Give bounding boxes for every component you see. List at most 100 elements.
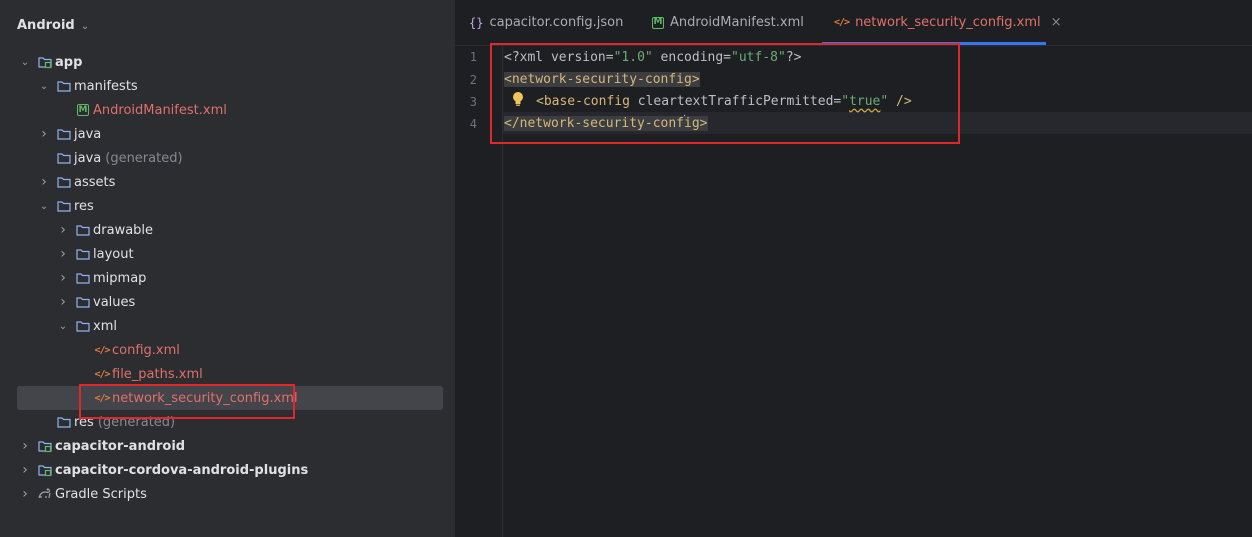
chevron-right-icon[interactable]: › xyxy=(38,126,50,142)
xml-open-tag: <base-config xyxy=(536,93,638,109)
tree-item-java-generated[interactable]: java (generated) xyxy=(0,146,493,170)
xml-declaration-open: <?xml xyxy=(504,49,551,65)
folder-icon xyxy=(56,174,72,190)
tree-item-label: drawable xyxy=(93,222,154,238)
xml-attr: cleartextTrafficPermitted= xyxy=(637,93,842,109)
line-number: 3 xyxy=(469,95,477,109)
tree-item-label: res xyxy=(74,198,94,214)
xml-value-warning: true xyxy=(849,93,881,109)
xml-file-icon: </> xyxy=(94,368,110,380)
folder-icon xyxy=(75,318,91,334)
tree-item-suffix: (generated) xyxy=(105,150,183,166)
chevron-down-icon[interactable]: ⌄ xyxy=(57,321,69,332)
code-line-2: <network-security-config> xyxy=(504,68,700,90)
line-number: 4 xyxy=(469,117,477,131)
tree-item-mipmap[interactable]: › mipmap xyxy=(0,266,512,290)
folder-icon xyxy=(56,126,72,142)
xml-attr: version= xyxy=(550,49,614,65)
project-view-selector[interactable]: Android ⌄ xyxy=(17,15,89,35)
active-tab-indicator xyxy=(822,42,1046,45)
module-folder-icon xyxy=(37,462,53,478)
folder-icon xyxy=(56,198,72,214)
tab-android-manifest[interactable]: M AndroidManifest.xml xyxy=(652,0,804,45)
xml-declaration-close: ?> xyxy=(785,49,802,65)
tree-item-drawable[interactable]: › drawable xyxy=(0,218,512,242)
project-view-title: Android xyxy=(17,17,75,33)
tree-item-config-xml[interactable]: </> config.xml xyxy=(0,338,531,362)
manifest-icon: M xyxy=(77,104,89,116)
tree-item-label: config.xml xyxy=(112,342,180,358)
chevron-right-icon[interactable]: › xyxy=(19,438,31,454)
tree-item-layout[interactable]: › layout xyxy=(0,242,512,266)
tree-item-label: java xyxy=(74,126,102,142)
chevron-right-icon[interactable]: › xyxy=(38,174,50,190)
code-line-4: </network-security-conf ig> xyxy=(504,112,708,134)
xml-self-close: /> xyxy=(888,93,912,109)
xml-file-icon: </> xyxy=(834,17,850,28)
folder-icon xyxy=(56,414,72,430)
editor-tab-bar: {} capacitor.config.json M AndroidManife… xyxy=(455,0,1252,46)
gradle-icon xyxy=(37,486,53,502)
chevron-right-icon[interactable]: › xyxy=(57,222,69,238)
tree-item-file-paths-xml[interactable]: </> file_paths.xml xyxy=(0,362,531,386)
code-editor[interactable]: 1 2 3 4 <?xml version= "1.0" encoding= "ut… xyxy=(455,43,1252,537)
tree-item-label: file_paths.xml xyxy=(112,366,203,382)
chevron-down-icon[interactable]: ⌄ xyxy=(38,201,50,212)
folder-icon xyxy=(75,294,91,310)
folder-icon xyxy=(56,78,72,94)
tree-item-label: manifests xyxy=(74,78,138,94)
folder-icon xyxy=(75,222,91,238)
tab-capacitor-config-json[interactable]: {} capacitor.config.json xyxy=(469,0,623,45)
tree-item-xml[interactable]: ⌄ xml xyxy=(0,314,512,338)
tree-item-label: network_security_config.xml xyxy=(112,390,298,406)
manifest-icon: M xyxy=(652,16,664,29)
tree-item-manifests[interactable]: ⌄ manifests xyxy=(0,74,493,98)
tree-item-label: layout xyxy=(93,246,134,262)
tree-item-label: xml xyxy=(93,318,117,334)
tab-label: network_security_config.xml xyxy=(855,15,1041,30)
tree-item-res-generated[interactable]: res (generated) xyxy=(0,410,493,434)
line-number: 2 xyxy=(469,73,477,87)
tree-item-label: values xyxy=(93,294,136,310)
tab-label: capacitor.config.json xyxy=(489,15,624,30)
tree-item-app[interactable]: ⌄ app xyxy=(0,50,474,74)
tree-item-values[interactable]: › values xyxy=(0,290,512,314)
chevron-down-icon[interactable]: ⌄ xyxy=(19,57,31,68)
chevron-right-icon[interactable]: › xyxy=(57,270,69,286)
tree-item-capacitor-cordova-android-plugins[interactable]: › capacitor-cordova-android-plugins xyxy=(0,458,474,482)
tab-label: AndroidManifest.xml xyxy=(670,15,804,30)
tree-item-java[interactable]: › java xyxy=(0,122,493,146)
module-folder-icon xyxy=(37,438,53,454)
project-panel: Android ⌄ ⌄ app ⌄ manifests M AndroidManifest… xyxy=(0,0,455,537)
tree-item-label: capacitor-android xyxy=(55,438,186,454)
xml-open-tag: <network-security-config> xyxy=(504,71,700,87)
xml-close-tag-part: ig> xyxy=(684,115,708,131)
chevron-right-icon[interactable]: › xyxy=(19,486,31,502)
tab-network-security-config[interactable]: </> network_security_config.xml × xyxy=(822,0,1062,45)
module-folder-icon xyxy=(37,54,53,70)
code-line-3: <base-config cleartextTrafficPermitted= "… xyxy=(504,90,912,112)
chevron-right-icon[interactable]: › xyxy=(19,462,31,478)
tree-item-label: app xyxy=(55,54,83,70)
tree-item-label: java xyxy=(74,150,102,166)
tree-item-label: assets xyxy=(74,174,116,190)
gutter-divider xyxy=(502,46,503,537)
chevron-down-icon[interactable]: ⌄ xyxy=(38,81,50,92)
xml-file-icon: </> xyxy=(94,344,110,356)
chevron-right-icon[interactable]: › xyxy=(57,246,69,262)
close-icon[interactable]: × xyxy=(1051,15,1062,30)
tree-item-assets[interactable]: › assets xyxy=(0,170,493,194)
line-number: 1 xyxy=(469,50,477,64)
tree-item-network-security-config-xml[interactable]: </> network_security_config.xml xyxy=(0,386,531,410)
tree-item-label: res xyxy=(74,414,94,430)
xml-value: "1.0" xyxy=(613,49,653,65)
chevron-right-icon[interactable]: › xyxy=(57,294,69,310)
xml-file-icon: </> xyxy=(94,392,110,404)
tree-item-androidmanifest[interactable]: M AndroidManifest.xml xyxy=(0,98,512,122)
tree-item-res[interactable]: ⌄ res xyxy=(0,194,493,218)
tree-item-capacitor-android[interactable]: › capacitor-android xyxy=(0,434,474,458)
folder-icon xyxy=(75,246,91,262)
xml-attr: encoding= xyxy=(652,49,732,65)
xml-quote: " xyxy=(880,93,889,109)
tree-item-gradle-scripts[interactable]: › Gradle Scripts xyxy=(0,482,474,506)
